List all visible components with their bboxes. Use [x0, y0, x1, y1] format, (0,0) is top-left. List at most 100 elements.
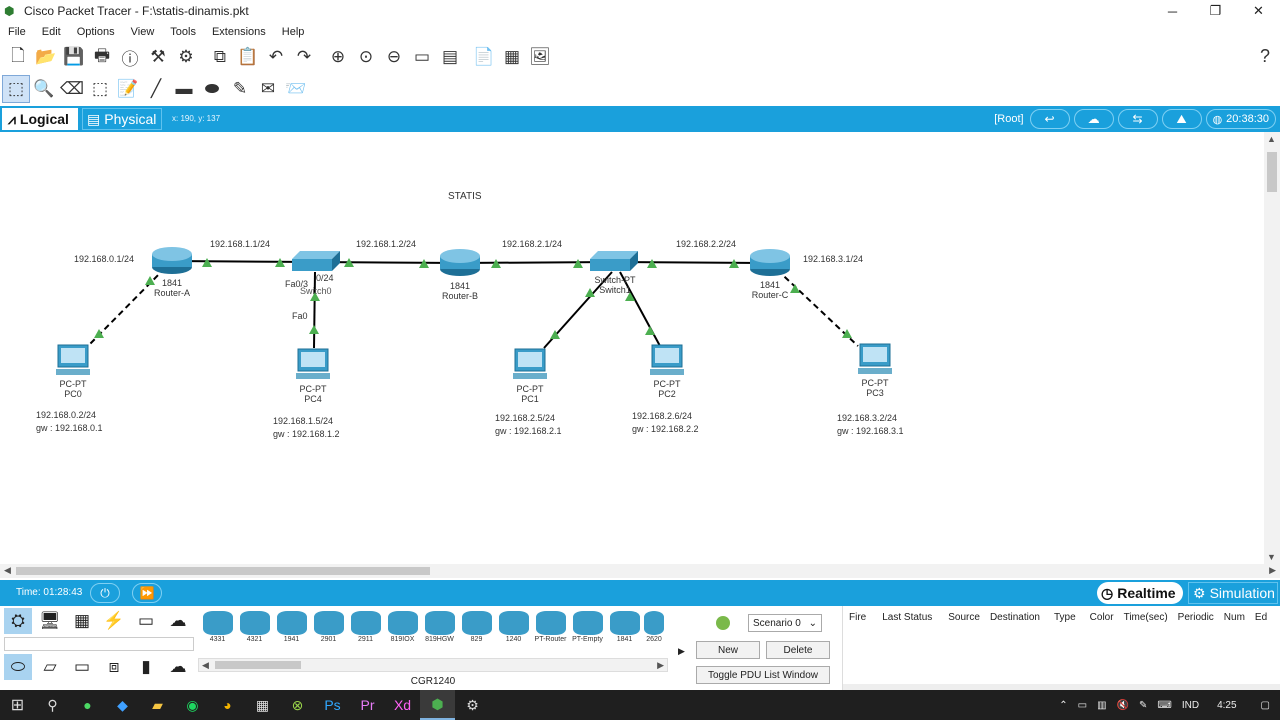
column-destination[interactable]: Destination — [980, 612, 1040, 623]
ellipse-tool-icon[interactable]: ⬬ — [198, 75, 226, 103]
search-icon[interactable]: ⚲ — [35, 690, 70, 720]
switch0-icon[interactable] — [292, 251, 340, 271]
premiere-icon[interactable]: Pr — [350, 690, 385, 720]
delete-tool-icon[interactable]: ⌫ — [58, 75, 86, 103]
menu-tools[interactable]: Tools — [162, 26, 204, 38]
line-tool-icon[interactable]: ╱ — [142, 75, 170, 103]
device-scroll-left-icon[interactable]: ◀ — [202, 660, 209, 671]
note-tool-icon[interactable]: 📝 — [114, 75, 142, 103]
file-explorer-icon[interactable]: ▰ — [140, 690, 175, 720]
notes-icon[interactable]: 📄 — [470, 43, 498, 71]
drawing-palette-icon[interactable]: ▭ — [408, 43, 436, 71]
undo-icon[interactable]: ↶ — [262, 43, 290, 71]
expand-panel-icon[interactable]: ▶ — [678, 646, 685, 657]
rectangle-tool-icon[interactable]: ▬ — [170, 75, 198, 103]
device-model-4321[interactable]: 4321 — [237, 608, 272, 644]
zoom-in-icon[interactable]: ⊕ — [324, 43, 352, 71]
copy-icon[interactable]: ⧉ — [206, 43, 234, 71]
device-model-1841[interactable]: 1841 — [607, 608, 642, 644]
complex-pdu-icon[interactable]: 📨 — [282, 75, 310, 103]
packet-tracer-icon[interactable]: ⬢ — [420, 690, 455, 720]
scenario-select[interactable]: Scenario 0 ⌄ — [748, 614, 822, 632]
close-button[interactable]: ✕ — [1237, 0, 1280, 22]
connections-icon[interactable]: ⚡ — [100, 608, 128, 634]
scroll-up-icon[interactable]: ▲ — [1267, 134, 1276, 144]
label-net2b[interactable]: 192.168.2.2/24 — [676, 239, 736, 249]
routers-icon[interactable]: ⬭ — [4, 654, 32, 680]
device-scrollbar[interactable]: ◀ ▶ — [198, 658, 668, 672]
label-net0[interactable]: 192.168.0.1/24 — [74, 254, 134, 264]
settings-icon[interactable]: ⚙ — [455, 690, 490, 720]
inspect-tool-icon[interactable]: 🔍 — [30, 75, 58, 103]
switches-icon[interactable]: ▱ — [36, 654, 64, 680]
device-model-pt-router[interactable]: PT-Router — [533, 608, 568, 644]
cluster-back-button[interactable]: ↩ — [1029, 109, 1070, 129]
column-num[interactable]: Num — [1214, 612, 1245, 623]
router-b-icon[interactable] — [440, 249, 480, 276]
delete-scenario-button[interactable]: Delete — [766, 641, 830, 659]
new-file-icon[interactable]: 🗋 — [4, 43, 32, 71]
device-model-4331[interactable]: 4331 — [200, 608, 235, 644]
column-fire[interactable]: Fire — [843, 612, 866, 623]
device-model-1941[interactable]: 1941 — [274, 608, 309, 644]
background-button[interactable]: ⛰ — [1161, 109, 1202, 129]
info-icon[interactable]: ⓘ — [116, 43, 144, 71]
pc0-ip-note[interactable]: 192.168.0.2/24 gw : 192.168.0.1 — [36, 409, 103, 435]
scroll-left-icon[interactable]: ◀ — [4, 565, 11, 576]
column-source[interactable]: Source — [932, 612, 980, 623]
web-view-icon[interactable]: 🖼 — [526, 43, 554, 71]
tab-logical[interactable]: ⩘ Logical — [2, 108, 78, 130]
viewport-icon[interactable]: ▦ — [498, 43, 526, 71]
menu-edit[interactable]: Edit — [34, 26, 69, 38]
simulation-mode-button[interactable]: ⚙ Simulation — [1188, 582, 1278, 604]
new-cluster-button[interactable]: ☁ — [1073, 109, 1114, 129]
horizontal-scroll-thumb[interactable] — [16, 567, 430, 575]
power-cycle-button[interactable]: ⏻ — [90, 583, 120, 603]
column-color[interactable]: Color — [1076, 612, 1114, 623]
scenario-info-icon[interactable] — [716, 616, 730, 630]
network-wizard-icon[interactable]: ⚒ — [144, 43, 172, 71]
security-icon[interactable]: ▮ — [132, 654, 160, 680]
link-switch0-pc4[interactable] — [313, 271, 316, 349]
menu-file[interactable]: File — [0, 26, 34, 38]
scroll-down-icon[interactable]: ▼ — [1267, 552, 1276, 562]
language-indicator[interactable]: IND — [1182, 700, 1199, 711]
column-type[interactable]: Type — [1040, 612, 1076, 623]
resize-tool-icon[interactable]: ⬚ — [86, 75, 114, 103]
pc3-icon[interactable] — [858, 343, 892, 374]
custom-device-icon[interactable]: ▤ — [436, 43, 464, 71]
device-model-2901[interactable]: 2901 — [311, 608, 346, 644]
wan-emulation-icon[interactable]: ☁ — [164, 654, 192, 680]
network-icon[interactable]: ▥ — [1097, 700, 1106, 711]
realtime-mode-button[interactable]: ◷ Realtime — [1097, 582, 1183, 604]
menu-extensions[interactable]: Extensions — [204, 26, 274, 38]
device-model-2911[interactable]: 2911 — [348, 608, 383, 644]
windows-start-icon[interactable]: ⊞ — [0, 690, 35, 720]
zoom-reset-icon[interactable]: ⊙ — [352, 43, 380, 71]
maximize-button[interactable]: ❐ — [1194, 0, 1237, 22]
scroll-right-icon[interactable]: ▶ — [1269, 565, 1276, 576]
pc4-ip-note[interactable]: 192.168.1.5/24 gw : 192.168.1.2 — [273, 415, 340, 441]
zoom-out-icon[interactable]: ⊖ — [380, 43, 408, 71]
taskbar-clock[interactable]: 4:25 — [1217, 700, 1236, 711]
print-icon[interactable]: 🖶 — [88, 43, 116, 71]
label-net1b[interactable]: 192.168.1.2/24 — [356, 239, 416, 249]
pc2-icon[interactable] — [650, 344, 684, 375]
pc1-ip-note[interactable]: 192.168.2.5/24 gw : 192.168.2.1 — [495, 412, 562, 438]
canvas-title-statis[interactable]: STATIS — [448, 191, 482, 202]
vertical-scroll-thumb[interactable] — [1267, 152, 1277, 192]
vscode-icon[interactable]: ◆ — [105, 690, 140, 720]
misc-icon[interactable]: ▭ — [132, 608, 160, 634]
pc0-icon[interactable] — [56, 344, 90, 375]
select-tool-icon[interactable]: ⬚ — [2, 75, 30, 103]
tab-physical[interactable]: ▤ Physical — [82, 108, 162, 130]
viewport-clock[interactable]: ◍ 20:38:30 — [1205, 109, 1276, 129]
components-icon[interactable]: ▦ — [68, 608, 96, 634]
chrome-icon[interactable]: ◕ — [210, 690, 245, 720]
device-model-pt-empty[interactable]: PT-Empty — [570, 608, 605, 644]
pc4-icon[interactable] — [296, 348, 330, 379]
pc1-icon[interactable] — [513, 348, 547, 379]
notification-icon[interactable]: ▢ — [1261, 700, 1270, 711]
pen-icon[interactable]: ✎ — [1139, 700, 1147, 711]
device-model-819hgw[interactable]: 819HGW — [422, 608, 457, 644]
